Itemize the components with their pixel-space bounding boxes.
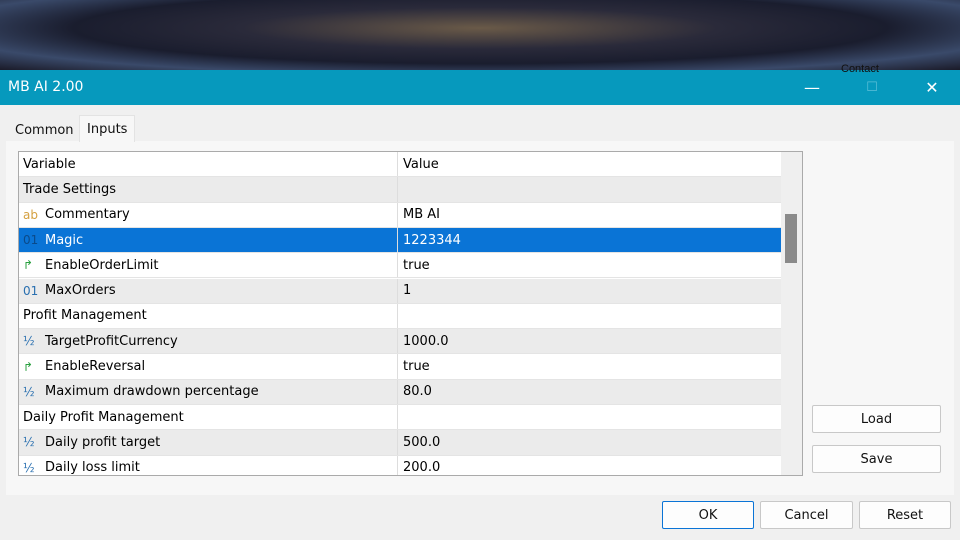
scrollbar-thumb[interactable] bbox=[785, 214, 797, 263]
variable-name: EnableOrderLimit bbox=[45, 257, 159, 273]
variable-name: Daily profit target bbox=[45, 434, 161, 450]
variable-name: EnableReversal bbox=[45, 359, 146, 375]
double-icon: ½ bbox=[23, 334, 35, 349]
header-variable[interactable]: Variable bbox=[19, 152, 398, 177]
variable-cell[interactable]: ½ Maximum drawdown percentage bbox=[19, 379, 398, 404]
variable-cell[interactable]: ½ Daily loss limit bbox=[19, 455, 398, 476]
string-icon: ab bbox=[23, 207, 38, 222]
variable-name: Daily Profit Management bbox=[23, 409, 184, 425]
header-value[interactable]: Value bbox=[398, 157, 781, 172]
variable-cell[interactable]: Profit Management bbox=[19, 303, 398, 329]
table-row[interactable]: Trade Settings bbox=[19, 177, 781, 203]
table-row[interactable]: ½ TargetProfitCurrency 1000.0 bbox=[19, 329, 781, 355]
table-row[interactable]: ↱ EnableOrderLimit true bbox=[19, 253, 781, 279]
integer-icon: 01 bbox=[23, 283, 39, 298]
cancel-button[interactable]: Cancel bbox=[760, 501, 853, 529]
boolean-icon: ↱ bbox=[23, 258, 34, 273]
variable-name: Daily loss limit bbox=[45, 460, 140, 476]
variable-cell[interactable]: ↱ EnableOrderLimit bbox=[19, 253, 398, 278]
variable-name: MaxOrders bbox=[45, 283, 116, 299]
variable-name: Trade Settings bbox=[23, 181, 117, 197]
table-header: Variable Value bbox=[19, 152, 781, 178]
value-cell[interactable]: 1000.0 bbox=[398, 334, 781, 349]
boolean-icon: ↱ bbox=[23, 359, 34, 374]
variable-cell[interactable]: ½ Daily profit target bbox=[19, 430, 398, 455]
maximize-button[interactable]: ☐ bbox=[849, 70, 895, 105]
inputs-table: Variable Value Trade Settings ab Commentar… bbox=[18, 151, 803, 476]
window-title: MB AI 2.00 bbox=[8, 79, 84, 95]
table-row[interactable]: ↱ EnableReversal true bbox=[19, 354, 781, 380]
title-bar: MB AI 2.00 — ☐ ✕ bbox=[0, 70, 960, 105]
table-row[interactable]: ½ Daily loss limit 200.0 bbox=[19, 455, 781, 476]
variable-name: Maximum drawdown percentage bbox=[45, 384, 259, 400]
tab-inputs[interactable]: Inputs bbox=[79, 115, 136, 142]
background-image bbox=[0, 0, 960, 70]
variable-cell[interactable]: ½ TargetProfitCurrency bbox=[19, 329, 398, 354]
table-row[interactable]: Daily Profit Management bbox=[19, 405, 781, 431]
variable-cell[interactable]: ab Commentary bbox=[19, 202, 398, 227]
double-icon: ½ bbox=[23, 384, 35, 399]
table-row[interactable]: ½ Maximum drawdown percentage 80.0 bbox=[19, 379, 781, 405]
value-cell[interactable]: 200.0 bbox=[398, 460, 781, 475]
variable-cell[interactable]: Daily Profit Management bbox=[19, 405, 398, 430]
double-icon: ½ bbox=[23, 460, 35, 475]
variable-name: TargetProfitCurrency bbox=[45, 333, 178, 349]
table-row[interactable]: 01 Magic 1223344 bbox=[19, 227, 781, 254]
table-row[interactable]: Profit Management bbox=[19, 303, 781, 330]
value-cell[interactable]: true bbox=[398, 258, 781, 273]
table-row[interactable]: 01 MaxOrders 1 bbox=[19, 278, 781, 304]
variable-name: Magic bbox=[45, 232, 84, 248]
value-cell[interactable]: 1223344 bbox=[398, 233, 781, 248]
save-button[interactable]: Save bbox=[812, 445, 941, 473]
variable-name: Profit Management bbox=[23, 308, 147, 324]
minimize-button[interactable]: — bbox=[789, 70, 835, 105]
contact-label: Contact bbox=[841, 63, 879, 75]
variable-cell[interactable]: ↱ EnableReversal bbox=[19, 354, 398, 379]
value-cell[interactable]: 1 bbox=[398, 283, 781, 298]
value-cell[interactable]: MB AI bbox=[398, 207, 781, 222]
table-row[interactable]: ab Commentary MB AI bbox=[19, 202, 781, 228]
scrollbar[interactable] bbox=[781, 152, 802, 475]
load-button[interactable]: Load bbox=[812, 405, 941, 433]
ok-button[interactable]: OK bbox=[662, 501, 754, 529]
value-cell[interactable]: 500.0 bbox=[398, 435, 781, 450]
variable-cell[interactable]: 01 MaxOrders bbox=[19, 278, 398, 303]
value-cell[interactable]: true bbox=[398, 359, 781, 374]
variable-name: Commentary bbox=[45, 207, 130, 223]
close-button[interactable]: ✕ bbox=[909, 70, 955, 105]
table-row[interactable]: ½ Daily profit target 500.0 bbox=[19, 430, 781, 456]
value-cell[interactable]: 80.0 bbox=[398, 384, 781, 399]
reset-button[interactable]: Reset bbox=[859, 501, 951, 529]
integer-icon: 01 bbox=[23, 233, 39, 248]
double-icon: ½ bbox=[23, 435, 35, 450]
variable-cell[interactable]: 01 Magic bbox=[19, 227, 398, 253]
tab-common[interactable]: Common bbox=[8, 117, 81, 142]
variable-cell[interactable]: Trade Settings bbox=[19, 177, 398, 202]
